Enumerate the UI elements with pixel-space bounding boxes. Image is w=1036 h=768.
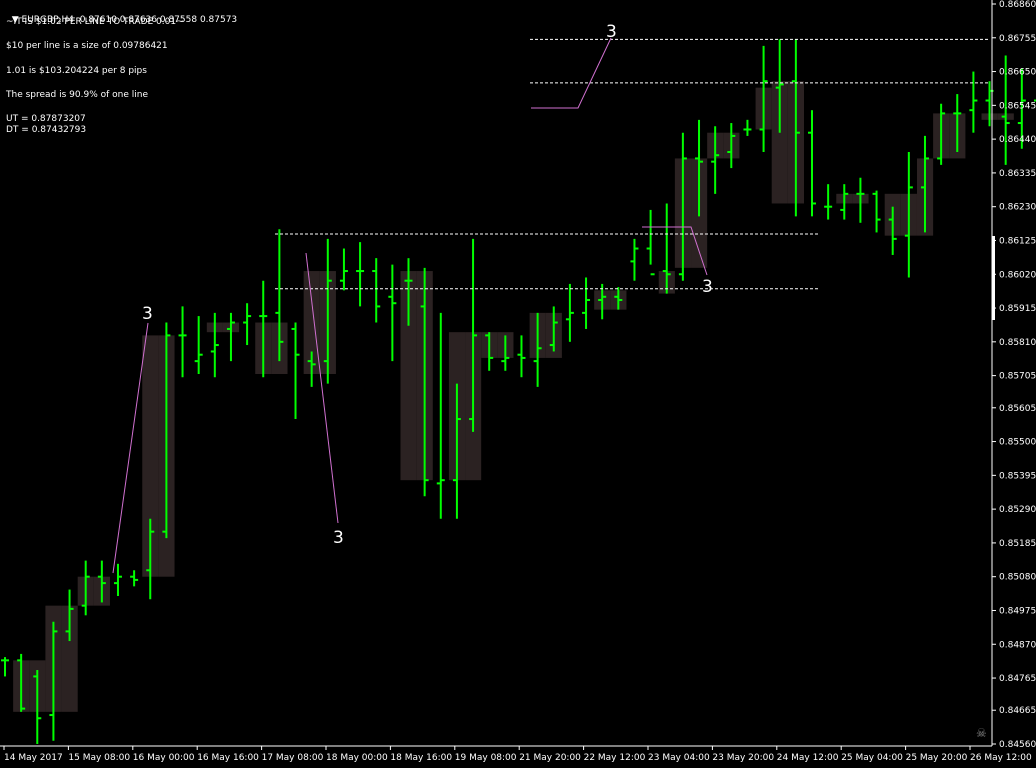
wave-label-3: 3 bbox=[606, 22, 617, 42]
price-tick-label: 0.85810 bbox=[999, 338, 1036, 348]
time-tick-label: 19 May 08:00 bbox=[455, 753, 517, 763]
price-tick-label: 0.85185 bbox=[999, 539, 1036, 549]
price-tick-label: 0.85915 bbox=[999, 304, 1036, 314]
price-tick-label: 0.84975 bbox=[999, 606, 1036, 616]
info-line-dt: DT = 0.87432793 bbox=[6, 125, 87, 135]
price-tick-label: 0.85395 bbox=[999, 471, 1036, 481]
price-tick-label: 0.85290 bbox=[999, 505, 1036, 515]
info-line-pips: 1.01 is $103.204224 per 8 pips bbox=[6, 66, 147, 76]
price-tick-label: 0.86230 bbox=[999, 203, 1036, 213]
time-tick-label: 16 May 00:00 bbox=[133, 753, 195, 763]
time-tick-label: 24 May 12:00 bbox=[777, 753, 839, 763]
price-tick-label: 0.84665 bbox=[999, 706, 1036, 716]
price-tick-label: 0.85500 bbox=[999, 438, 1036, 448]
info-line-size: $10 per line is a size of 0.09786421 bbox=[6, 41, 168, 51]
info-line-cost: ~IT IS $1.02 PER LINE TO TRADE 0.01~ bbox=[6, 17, 184, 27]
wave-label-3: 3 bbox=[702, 277, 713, 297]
info-line-ut: UT = 0.87873207 bbox=[6, 114, 86, 124]
price-tick-label: 0.86335 bbox=[999, 169, 1036, 179]
price-tick-label: 0.86755 bbox=[999, 34, 1036, 44]
time-tick-label: 17 May 08:00 bbox=[262, 753, 324, 763]
time-tick-label: 25 May 04:00 bbox=[841, 753, 903, 763]
wave-label-3: 3 bbox=[142, 304, 153, 324]
time-tick-label: 15 May 08:00 bbox=[68, 753, 130, 763]
price-tick-label: 0.84560 bbox=[999, 740, 1036, 750]
price-tick-label: 0.85605 bbox=[999, 404, 1036, 414]
time-tick-label: 23 May 04:00 bbox=[648, 753, 710, 763]
price-tick-label: 0.86860 bbox=[999, 0, 1036, 10]
price-tick-label: 0.86125 bbox=[999, 236, 1036, 246]
price-tick-label: 0.86545 bbox=[999, 101, 1036, 111]
price-tick-label: 0.86020 bbox=[999, 270, 1036, 280]
time-tick-label: 22 May 12:00 bbox=[584, 753, 646, 763]
time-tick-label: 16 May 16:00 bbox=[197, 753, 259, 763]
time-tick-label: 18 May 00:00 bbox=[326, 753, 388, 763]
price-tick-label: 0.85705 bbox=[999, 372, 1036, 382]
price-tick-label: 0.85080 bbox=[999, 573, 1036, 583]
time-tick-label: 21 May 20:00 bbox=[519, 753, 581, 763]
price-tick-label: 0.86440 bbox=[999, 135, 1036, 145]
time-tick-label: 26 May 12:00 bbox=[970, 753, 1032, 763]
wave-label-3: 3 bbox=[333, 528, 344, 548]
price-tick-label: 0.84870 bbox=[999, 640, 1036, 650]
time-tick-label: 25 May 20:00 bbox=[906, 753, 968, 763]
price-tick-label: 0.84765 bbox=[999, 674, 1036, 684]
price-tick-label: 0.86650 bbox=[999, 68, 1036, 78]
skull-icon: ☠ bbox=[976, 726, 987, 740]
info-line-spread: The spread is 90.9% of one line bbox=[6, 90, 149, 100]
price-chart[interactable]: 0.86860 0.86755 0.86650 0.86545 0.86440 0.863… bbox=[0, 0, 1036, 768]
time-tick-label: 23 May 20:00 bbox=[712, 753, 774, 763]
time-tick-label: 14 May 2017 bbox=[4, 753, 63, 763]
time-tick-label: 18 May 16:00 bbox=[390, 753, 452, 763]
price-scroll-marker[interactable] bbox=[992, 236, 995, 320]
